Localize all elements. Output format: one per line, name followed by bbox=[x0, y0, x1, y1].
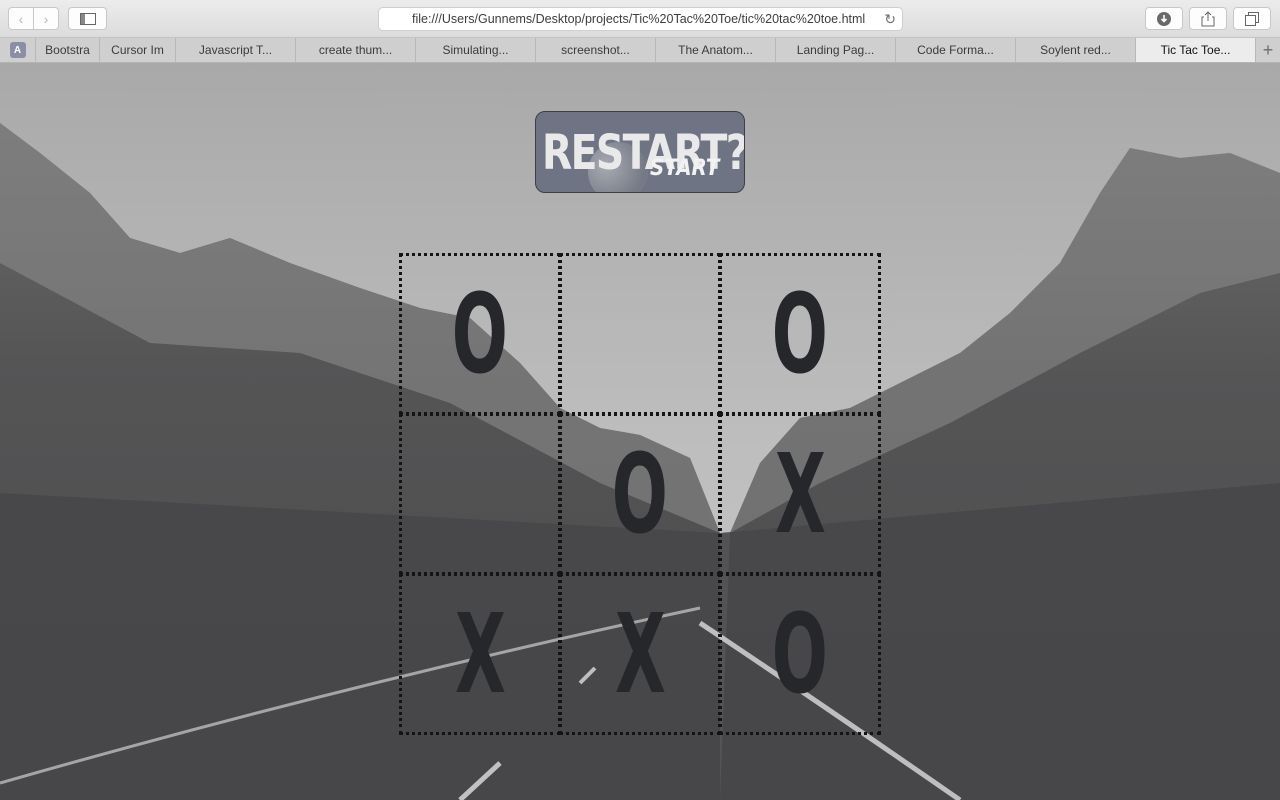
tab-soylent[interactable]: Soylent red... bbox=[1016, 38, 1136, 62]
tab-label: Soylent red... bbox=[1040, 43, 1111, 57]
new-tab-button[interactable]: + bbox=[1256, 38, 1280, 62]
tab-anatomy[interactable]: The Anatom... bbox=[656, 38, 776, 62]
tab-simulating[interactable]: Simulating... bbox=[416, 38, 536, 62]
tab-label: create thum... bbox=[318, 43, 393, 57]
tab-label: screenshot... bbox=[561, 43, 630, 57]
pinned-tab[interactable]: A bbox=[0, 38, 36, 62]
pinned-tab-icon: A bbox=[9, 42, 26, 58]
chevron-right-icon: › bbox=[43, 10, 49, 27]
cell-r2c2[interactable]: O bbox=[559, 413, 721, 575]
cell-mark: O bbox=[771, 590, 829, 718]
download-icon bbox=[1157, 11, 1171, 26]
browser-toolbar: ‹ › file:///Users/Gunnems/Desktop/projec… bbox=[0, 0, 1280, 38]
restart-sublabel: START bbox=[650, 156, 720, 181]
url-text: file:///Users/Gunnems/Desktop/projects/T… bbox=[412, 12, 866, 26]
cell-r1c3[interactable]: O bbox=[719, 253, 881, 415]
reload-icon[interactable]: ↻ bbox=[884, 11, 896, 28]
tab-javascript[interactable]: Javascript T... bbox=[176, 38, 296, 62]
cell-mark: O bbox=[451, 270, 509, 398]
tab-bootstrap[interactable]: Bootstra bbox=[36, 38, 100, 62]
sidebar-button[interactable] bbox=[68, 7, 107, 30]
cell-r3c1[interactable]: X bbox=[399, 573, 561, 735]
tab-label: The Anatom... bbox=[678, 43, 753, 57]
plus-icon: + bbox=[1262, 39, 1274, 60]
sidebar-icon bbox=[79, 12, 96, 25]
tab-label: Simulating... bbox=[442, 43, 509, 57]
share-icon bbox=[1201, 10, 1215, 26]
cell-r2c1[interactable] bbox=[399, 413, 561, 575]
cell-mark: X bbox=[454, 590, 506, 718]
downloads-button[interactable] bbox=[1145, 7, 1183, 30]
tab-create-thumb[interactable]: create thum... bbox=[296, 38, 416, 62]
cell-r1c2[interactable] bbox=[559, 253, 721, 415]
forward-button[interactable]: › bbox=[33, 7, 59, 30]
tab-label: Landing Pag... bbox=[796, 43, 875, 57]
cell-r3c2[interactable]: X bbox=[559, 573, 721, 735]
cell-mark: X bbox=[614, 590, 666, 718]
address-bar[interactable]: file:///Users/Gunnems/Desktop/projects/T… bbox=[378, 7, 903, 31]
tab-label: Javascript T... bbox=[198, 43, 273, 57]
cell-mark: O bbox=[611, 430, 669, 558]
tab-label: Tic Tac Toe... bbox=[1160, 43, 1231, 57]
share-button[interactable] bbox=[1189, 7, 1227, 30]
tab-cursor[interactable]: Cursor Im bbox=[100, 38, 176, 62]
game-board: O O O X X X O bbox=[399, 253, 881, 735]
cell-mark: X bbox=[774, 430, 826, 558]
tab-code-format[interactable]: Code Forma... bbox=[896, 38, 1016, 62]
tab-landing-page[interactable]: Landing Pag... bbox=[776, 38, 896, 62]
cell-r3c3[interactable]: O bbox=[719, 573, 881, 735]
tab-bar: A Bootstra Cursor Im Javascript T... cre… bbox=[0, 38, 1280, 63]
cell-r2c3[interactable]: X bbox=[719, 413, 881, 575]
tab-label: Cursor Im bbox=[111, 43, 164, 57]
restart-button[interactable]: RESTART? START bbox=[535, 111, 745, 193]
tab-screenshot[interactable]: screenshot... bbox=[536, 38, 656, 62]
cell-mark: O bbox=[771, 270, 829, 398]
cell-r1c1[interactable]: O bbox=[399, 253, 561, 415]
tab-tic-tac-toe[interactable]: Tic Tac Toe... bbox=[1136, 38, 1256, 62]
tab-overview-button[interactable] bbox=[1233, 7, 1271, 30]
tab-label: Bootstra bbox=[45, 43, 90, 57]
page-content: RESTART? START O O O X X X O bbox=[0, 63, 1280, 800]
tabs-overview-icon bbox=[1245, 11, 1259, 26]
back-button[interactable]: ‹ bbox=[8, 7, 34, 30]
chevron-left-icon: ‹ bbox=[18, 10, 24, 27]
tab-label: Code Forma... bbox=[917, 43, 994, 57]
